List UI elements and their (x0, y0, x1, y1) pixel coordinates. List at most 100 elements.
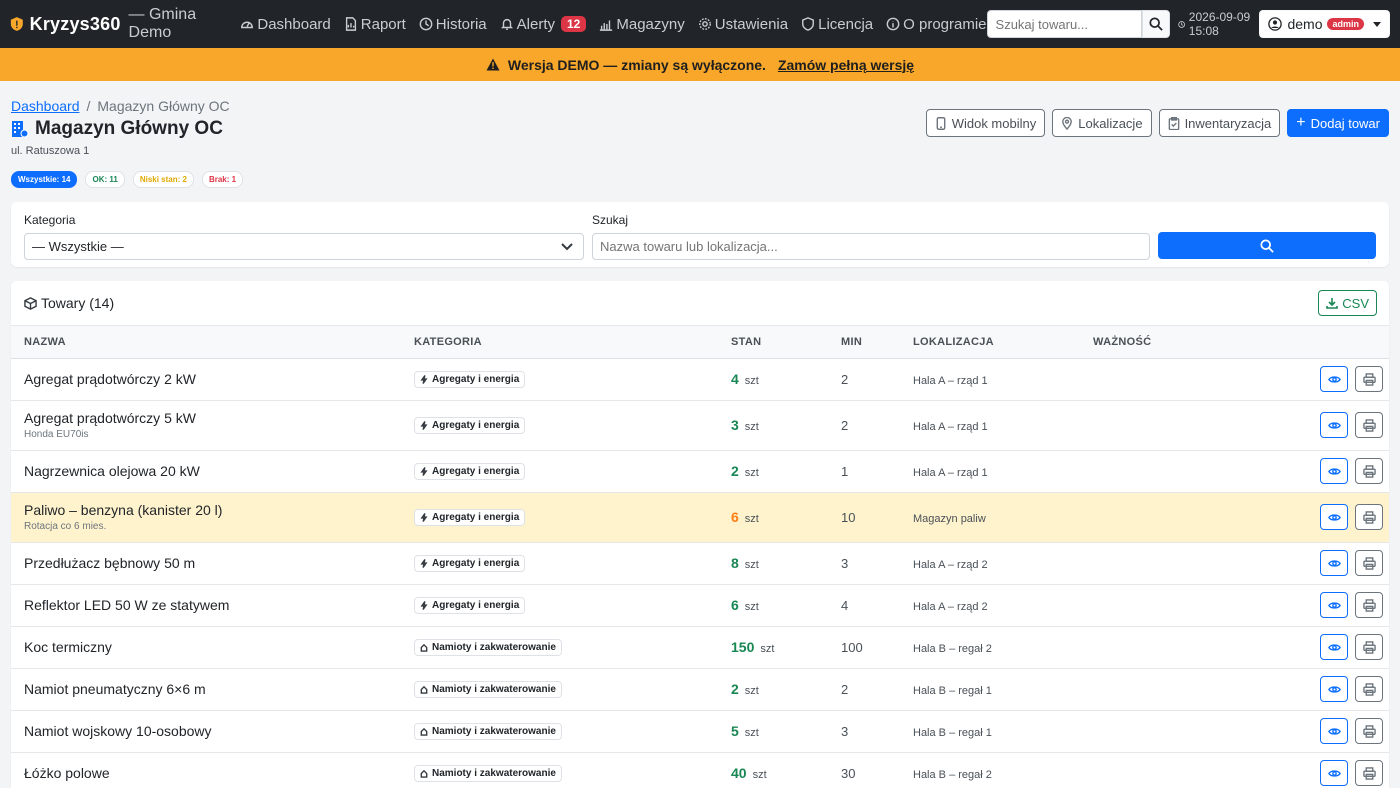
col-min[interactable]: MIN (841, 326, 913, 359)
table-row[interactable]: Nagrzewnica olejowa 20 kW Agregaty i ener… (11, 450, 1389, 493)
user-menu-button[interactable]: demo admin (1259, 10, 1390, 38)
clipboard-check-icon (1168, 116, 1179, 130)
table-row[interactable]: Agregat prądotwórczy 2 kW Agregaty i ener… (11, 358, 1389, 401)
lightning-icon (420, 374, 428, 384)
inventory-button[interactable]: Inwentaryzacja (1158, 109, 1281, 137)
brand[interactable]: Kryzys360 — Gmina Demo (10, 6, 226, 42)
mobile-view-button[interactable]: Widok mobilny (925, 109, 1046, 137)
nav-dashboard[interactable]: Dashboard (240, 16, 331, 33)
table-row[interactable]: Koc termiczny Namioty i zakwaterowanie 150… (11, 626, 1389, 669)
view-button[interactable] (1320, 458, 1348, 484)
bell-icon (500, 18, 513, 30)
table-row[interactable]: Namiot wojskowy 10-osobowy Namioty i zakw… (11, 710, 1389, 753)
cell-name: Koc termiczny (11, 626, 414, 669)
filter-out-of-stock[interactable]: Brak: 1 (201, 171, 244, 188)
print-label-button[interactable] (1355, 718, 1383, 744)
navbar-search-input[interactable] (986, 10, 1142, 38)
printer-icon (1362, 418, 1376, 432)
locations-label: Lokalizacje (1078, 115, 1143, 131)
category-select[interactable]: — Wszystkie — (24, 233, 584, 260)
warehouse-icon (600, 20, 613, 31)
cell-location: Hala A – rząd 1 (913, 358, 1093, 401)
view-button[interactable] (1320, 634, 1348, 660)
print-label-button[interactable] (1355, 504, 1383, 530)
view-button[interactable] (1320, 366, 1348, 392)
cell-category: Agregaty i energia (414, 450, 731, 493)
print-label-button[interactable] (1355, 366, 1383, 392)
table-row[interactable]: Przedłużacz bębnowy 50 m Agregaty i energ… (11, 542, 1389, 585)
cell-name: Agregat prądotwórczy 2 kW (11, 358, 414, 401)
cell-actions (1243, 752, 1389, 788)
nav-alerty[interactable]: Alerty 12 (500, 16, 587, 33)
cell-validity (1093, 584, 1243, 627)
table-row[interactable]: Paliwo – benzyna (kanister 20 l) Rotacja … (11, 492, 1389, 543)
view-button[interactable] (1320, 676, 1348, 702)
view-button[interactable] (1320, 760, 1348, 786)
print-label-button[interactable] (1355, 550, 1383, 576)
search-input[interactable] (592, 233, 1150, 260)
breadcrumb-dashboard-link[interactable]: Dashboard (11, 98, 80, 114)
view-button[interactable] (1320, 718, 1348, 744)
eye-icon (1327, 559, 1341, 567)
map-pin-icon (1062, 116, 1073, 130)
navbar-search-button[interactable] (1141, 10, 1170, 38)
stock-unit: szt (744, 375, 759, 387)
cell-category: Namioty i zakwaterowanie (414, 710, 731, 753)
cell-stan: 3 szt (731, 400, 841, 451)
view-button[interactable] (1320, 412, 1348, 438)
print-label-button[interactable] (1355, 760, 1383, 786)
locations-button[interactable]: Lokalizacje (1052, 109, 1152, 137)
filter-low-stock[interactable]: Niski stan: 2 (132, 171, 194, 188)
min-quantity: 2 (841, 372, 849, 387)
table-row[interactable]: Łóżko polowe Namioty i zakwaterowanie 40 sz… (11, 752, 1389, 788)
table-row[interactable]: Namiot pneumatyczny 6×6 m Namioty i zakwa… (11, 668, 1389, 711)
nav-raport[interactable]: Raport (344, 16, 406, 33)
view-button[interactable] (1320, 504, 1348, 530)
cell-category: Namioty i zakwaterowanie (414, 626, 731, 669)
nav-licencja[interactable]: Licencja (801, 16, 873, 33)
category-badge: Agregaty i energia (414, 596, 526, 614)
col-category[interactable]: KATEGORIA (414, 326, 731, 359)
stock-unit: szt (744, 727, 759, 739)
print-label-button[interactable] (1355, 634, 1383, 660)
nav-o-programie-label: O programie (903, 15, 987, 33)
col-validity[interactable]: WAŻNOŚĆ (1093, 326, 1243, 359)
csv-export-button[interactable]: CSV (1318, 290, 1377, 316)
clock-icon (1177, 20, 1185, 28)
filter-ok[interactable]: OK: 11 (85, 171, 125, 188)
cell-validity (1093, 400, 1243, 451)
print-label-button[interactable] (1355, 458, 1383, 484)
item-name: Reflektor LED 50 W ze statywem (24, 597, 230, 613)
user-circle-icon (1268, 17, 1283, 31)
min-quantity: 2 (841, 418, 849, 433)
view-button[interactable] (1320, 592, 1348, 618)
col-name[interactable]: NAZWA (11, 326, 414, 359)
filter-all[interactable]: Wszystkie: 14 (11, 171, 78, 188)
nav-ustawienia[interactable]: Ustawienia (698, 16, 788, 33)
nav-magazyny[interactable]: Magazyny (599, 16, 685, 33)
cell-actions (1243, 450, 1389, 493)
cell-actions (1243, 492, 1389, 543)
print-label-button[interactable] (1355, 592, 1383, 618)
print-label-button[interactable] (1355, 412, 1383, 438)
col-stan[interactable]: STAN (731, 326, 841, 359)
table-header-row: NAZWA KATEGORIA STAN MIN LOKALIZACJA WAŻ… (11, 326, 1389, 359)
stock-quantity: 6 (731, 597, 739, 613)
col-location[interactable]: LOKALIZACJA (913, 326, 1093, 359)
nav-historia[interactable]: Historia (419, 16, 487, 33)
view-button[interactable] (1320, 550, 1348, 576)
add-item-button[interactable]: + Dodaj towar (1287, 109, 1389, 137)
table-row[interactable]: Reflektor LED 50 W ze statywem Agregaty i… (11, 584, 1389, 627)
stock-quantity: 2 (731, 463, 739, 479)
page-actions: Widok mobilny Lokalizacje Inwentaryzacja… (925, 109, 1389, 137)
lightning-icon (420, 558, 428, 568)
stock-unit: szt (744, 421, 759, 433)
table-row[interactable]: Agregat prądotwórczy 5 kW Honda EU70is Agr… (11, 400, 1389, 451)
house-icon (420, 643, 428, 652)
order-full-version-link[interactable]: Zamów pełną wersję (778, 57, 914, 73)
eye-icon (1327, 513, 1341, 521)
nav-o-programie[interactable]: O programie (886, 15, 987, 33)
search-submit-button[interactable] (1158, 232, 1376, 259)
print-label-button[interactable] (1355, 676, 1383, 702)
category-badge-label: Agregaty i energia (432, 465, 520, 477)
